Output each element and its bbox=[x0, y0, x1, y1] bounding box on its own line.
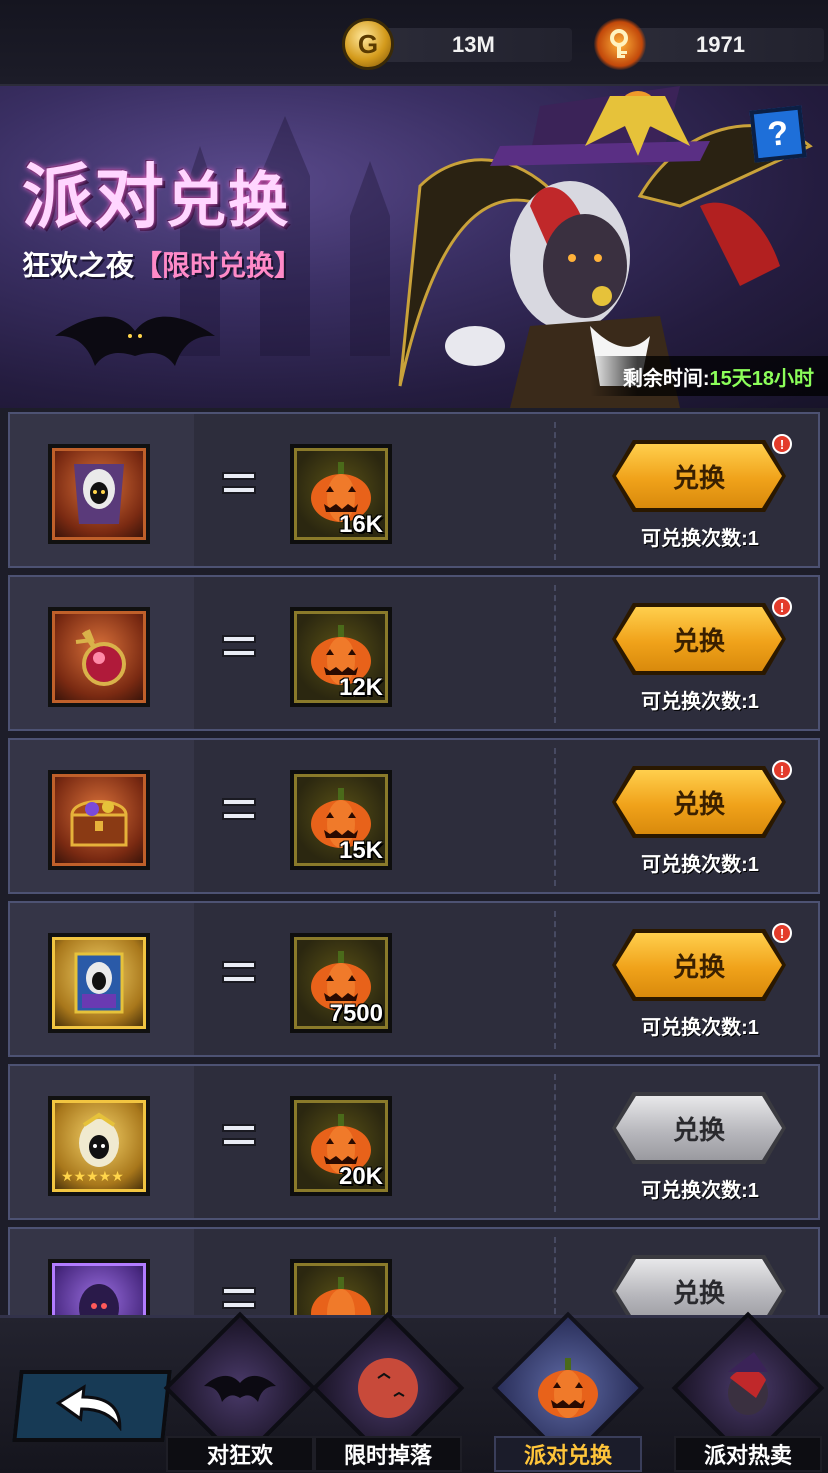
tab-party-hot-sale[interactable]: 派对热卖 bbox=[671, 1311, 825, 1473]
gold-amount: 13M bbox=[452, 32, 495, 57]
exchange-button[interactable]: 兑换 bbox=[616, 607, 782, 671]
hero-portrait-card-icon bbox=[74, 952, 124, 1014]
exchange-row: 兑换 bbox=[8, 1227, 820, 1315]
gold-coin-icon: G bbox=[342, 18, 394, 70]
key-resource[interactable]: 1971 bbox=[594, 18, 824, 70]
pumpkin-cost: 15K bbox=[290, 770, 392, 870]
bottom-nav: 对狂欢 限时掉落 派对兑换 派对热卖 bbox=[0, 1311, 828, 1473]
pumpkin-cost: 20K bbox=[290, 1096, 392, 1196]
exchange-row: 7500 兑换 ! 可兑换次数:1 bbox=[8, 901, 820, 1057]
reward-item[interactable] bbox=[48, 1259, 150, 1315]
reward-item[interactable] bbox=[48, 770, 150, 870]
exchange-button[interactable]: 兑换 bbox=[616, 444, 782, 508]
equals-icon bbox=[222, 961, 256, 991]
alert-badge: ! bbox=[772, 434, 792, 454]
alert-badge: ! bbox=[772, 760, 792, 780]
timer-value: 15天18小时 bbox=[709, 367, 815, 390]
pumpkin-cost: 7500 bbox=[290, 933, 392, 1033]
witch-hero-icon bbox=[728, 1352, 768, 1415]
back-arrow-icon bbox=[55, 1384, 122, 1431]
tab-party-carnival[interactable]: 对狂欢 bbox=[163, 1311, 317, 1473]
cost-amount: 7500 bbox=[329, 1000, 383, 1027]
exchange-button-disabled[interactable]: 兑换 bbox=[616, 1096, 782, 1160]
hooded-hero-card-icon bbox=[74, 464, 124, 524]
pumpkin-cost: 16K bbox=[290, 444, 392, 544]
reward-item[interactable] bbox=[48, 607, 150, 707]
flame-key-icon bbox=[594, 18, 646, 70]
exchange-button[interactable]: 兑换 bbox=[616, 770, 782, 834]
equals-icon bbox=[222, 472, 256, 502]
pumpkin-cost: 12K bbox=[290, 607, 392, 707]
page-subtitle: 狂欢之夜【限时兑换】 bbox=[22, 250, 303, 281]
remaining-count: 可兑换次数:1 bbox=[641, 691, 759, 713]
star-rating: ★★★★★ bbox=[61, 1168, 124, 1184]
tab-limited-drop[interactable]: 限时掉落 bbox=[311, 1311, 465, 1473]
exchange-row: 12K 兑换 ! 可兑换次数:1 bbox=[8, 575, 820, 731]
exchange-list[interactable]: 16K 兑换 ! 可兑换次数:1 12K 兑换 ! 可兑换次数:1 15K 兑换… bbox=[0, 410, 828, 1315]
pumpkin-icon bbox=[311, 1277, 371, 1315]
alert-badge: ! bbox=[772, 597, 792, 617]
pumpkin-cost bbox=[290, 1259, 392, 1315]
ruby-mace-icon bbox=[75, 629, 126, 686]
cost-amount: 12K bbox=[338, 674, 383, 701]
cost-amount: 20K bbox=[338, 1163, 383, 1190]
page-title: 派对兑换 bbox=[22, 158, 290, 236]
remaining-count: 可兑换次数:1 bbox=[641, 528, 759, 550]
resource-bar: G 13M 1971 bbox=[0, 0, 828, 86]
event-timer: 剩余时间: 15天18小时 bbox=[590, 356, 828, 396]
cost-amount: 16K bbox=[338, 511, 383, 538]
remaining-count: 可兑换次数:1 bbox=[641, 854, 759, 876]
cost-amount: 15K bbox=[338, 837, 383, 864]
equals-icon bbox=[222, 1124, 256, 1154]
back-button[interactable] bbox=[12, 1370, 172, 1442]
reward-item[interactable] bbox=[48, 444, 150, 544]
tab-party-exchange[interactable]: 派对兑换 bbox=[491, 1311, 645, 1473]
key-amount: 1971 bbox=[696, 32, 745, 57]
exchange-row: 16K 兑换 ! 可兑换次数:1 bbox=[8, 412, 820, 568]
treasure-chest-icon bbox=[70, 800, 128, 847]
bat-icon bbox=[204, 1375, 276, 1402]
moon-bats-icon bbox=[358, 1358, 418, 1418]
event-banner: 派对兑换 狂欢之夜【限时兑换】 ? 剩余时间: 15天18小时 bbox=[0, 86, 828, 408]
remaining-count: 可兑换次数:1 bbox=[641, 1017, 759, 1039]
exchange-button-disabled[interactable]: 兑换 bbox=[616, 1259, 782, 1315]
timer-label: 剩余时间: bbox=[622, 367, 710, 390]
bat-icon bbox=[55, 316, 215, 366]
exchange-button[interactable]: 兑换 bbox=[616, 933, 782, 997]
remaining-count: 可兑换次数:1 bbox=[641, 1180, 759, 1202]
gold-resource[interactable]: G 13M bbox=[342, 18, 572, 70]
equals-icon bbox=[222, 798, 256, 828]
reward-item[interactable]: ★★★★★ bbox=[48, 1096, 150, 1196]
equals-icon bbox=[222, 635, 256, 665]
purple-hero-icon bbox=[79, 1284, 119, 1315]
exchange-row: 15K 兑换 ! 可兑换次数:1 bbox=[8, 738, 820, 894]
exchange-row: ★★★★★ 20K 兑换 可兑换次数:1 bbox=[8, 1064, 820, 1220]
help-button[interactable]: ? bbox=[749, 105, 807, 163]
reward-item[interactable] bbox=[48, 933, 150, 1033]
alert-badge: ! bbox=[772, 923, 792, 943]
pumpkin-icon bbox=[538, 1358, 598, 1418]
